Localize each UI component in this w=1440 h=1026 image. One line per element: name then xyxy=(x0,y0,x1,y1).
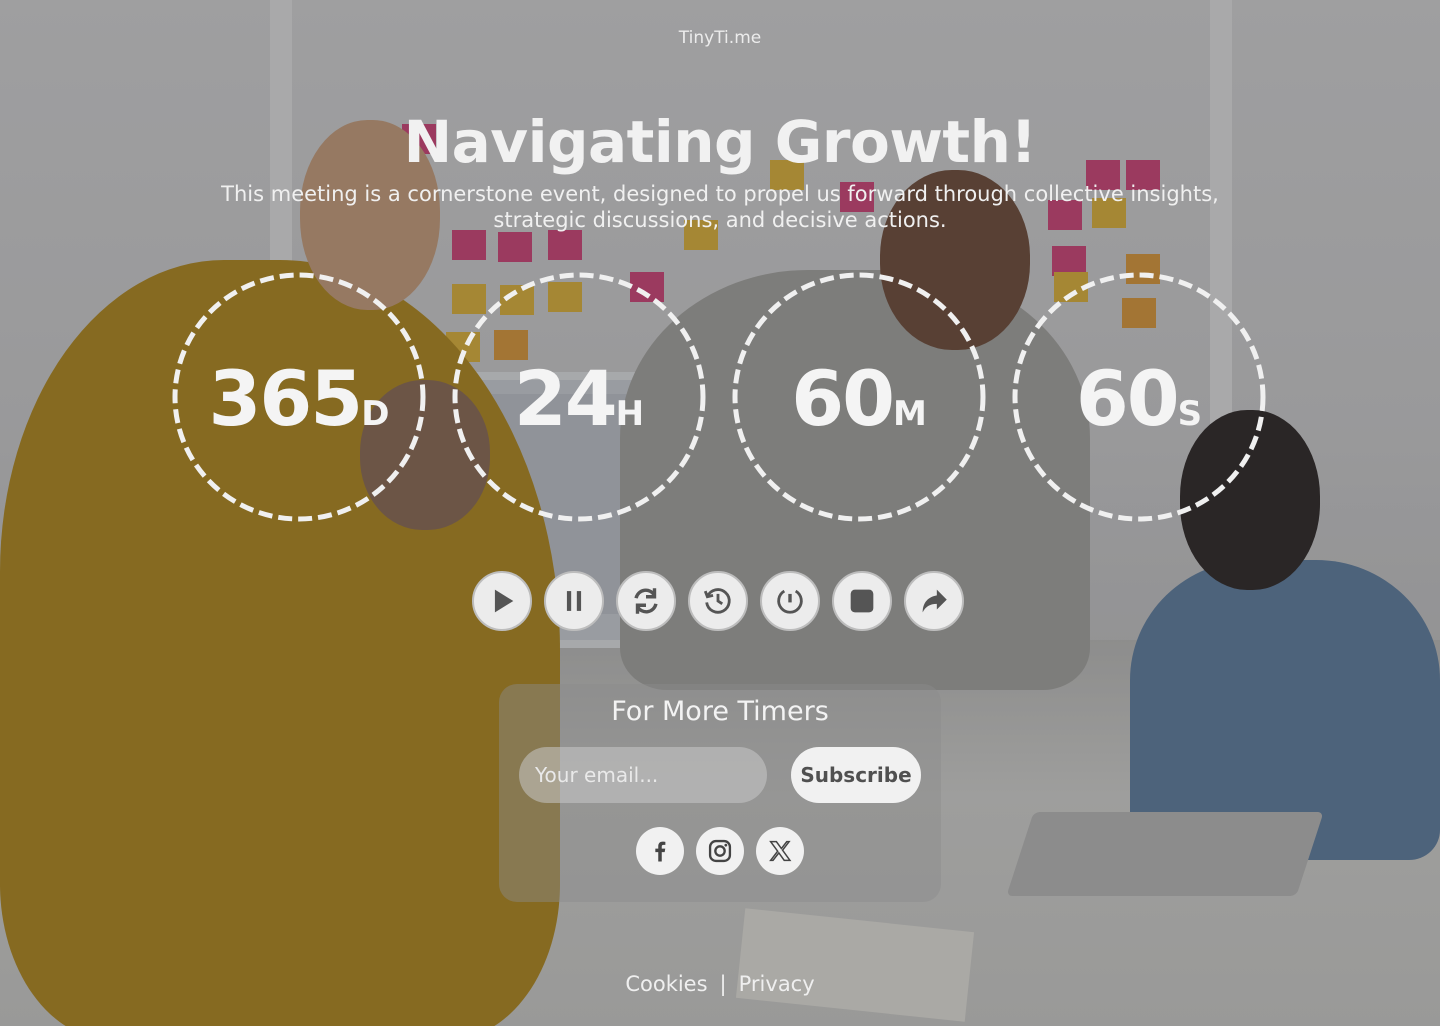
timer-seconds: 60S xyxy=(1012,272,1266,522)
email-input[interactable] xyxy=(519,747,767,803)
stop-icon xyxy=(850,589,874,613)
timer-seconds-unit: S xyxy=(1177,394,1203,434)
privacy-link[interactable]: Privacy xyxy=(739,972,815,996)
instagram-icon xyxy=(708,839,732,863)
timer-reset-icon xyxy=(777,589,803,614)
timer-seconds-value: 60 xyxy=(1075,354,1180,443)
page-title: Navigating Growth! xyxy=(403,108,1037,176)
facebook-icon xyxy=(655,841,666,862)
subscribe-button[interactable]: Subscribe xyxy=(791,747,921,803)
brand-logo-text[interactable]: TinyTi.me xyxy=(0,28,1440,48)
play-button[interactable] xyxy=(472,571,532,631)
timer-reset-button[interactable] xyxy=(760,571,820,631)
pause-icon xyxy=(566,591,582,611)
share-button[interactable] xyxy=(904,571,964,631)
history-icon xyxy=(703,588,731,614)
timer-days-unit: D xyxy=(361,394,390,434)
timer-days: 365D xyxy=(172,272,426,522)
timer-minutes: 60M xyxy=(732,272,986,522)
pause-button[interactable] xyxy=(544,571,604,631)
footer: Cookies | Privacy xyxy=(0,972,1440,996)
subscribe-heading: For More Timers xyxy=(611,696,829,727)
timer-hours-value: 24 xyxy=(513,354,618,443)
timer-minutes-value: 60 xyxy=(791,354,895,443)
refresh-icon xyxy=(634,588,658,614)
timer-days-value: 365 xyxy=(208,354,364,443)
refresh-button[interactable] xyxy=(616,571,676,631)
page: TinyTi.me Navigating Growth! This meetin… xyxy=(0,0,1440,1026)
share-icon xyxy=(922,589,947,613)
timer-hours-unit: H xyxy=(615,394,645,434)
timer-hours: 24H xyxy=(452,272,706,522)
timer-minutes-unit: M xyxy=(892,394,927,434)
cookies-link[interactable]: Cookies xyxy=(625,972,707,996)
history-button[interactable] xyxy=(688,571,748,631)
x-link[interactable] xyxy=(756,827,804,875)
facebook-link[interactable] xyxy=(636,827,684,875)
page-subtitle: This meeting is a cornerstone event, des… xyxy=(221,182,1219,232)
stop-button[interactable] xyxy=(832,571,892,631)
countdown-timers: 365D 24H 60M 60S xyxy=(172,272,1272,522)
x-icon xyxy=(769,840,792,862)
play-icon xyxy=(494,589,514,613)
footer-separator: | xyxy=(719,972,727,996)
subscribe-panel: For More Timers Subscribe xyxy=(499,684,941,902)
instagram-link[interactable] xyxy=(696,827,744,875)
timer-controls xyxy=(472,571,972,631)
